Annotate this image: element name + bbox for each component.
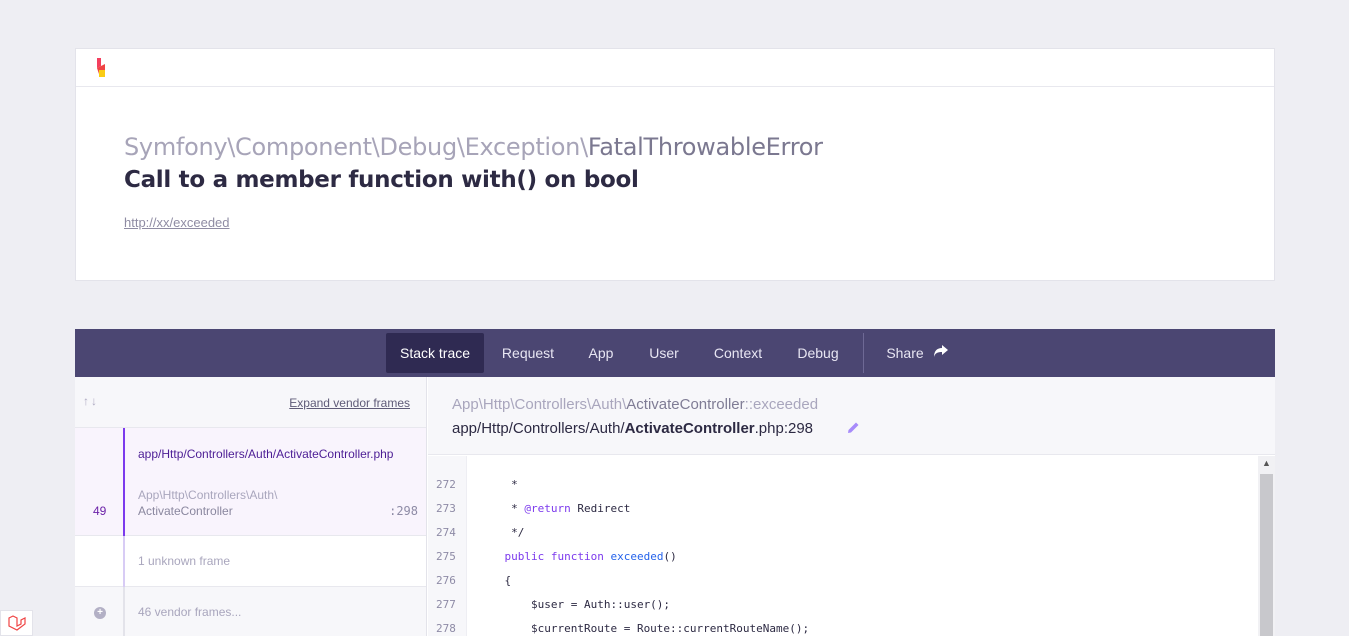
frame-class: App\Http\Controllers\Auth\ ActivateContro… — [138, 487, 368, 519]
frame-bar — [123, 536, 125, 587]
line-number[interactable]: 277 — [436, 598, 456, 611]
line-number[interactable]: 278 — [436, 622, 456, 635]
tab-context[interactable]: Context — [701, 333, 775, 373]
tab-share[interactable]: Share — [875, 333, 935, 373]
laravel-logo-icon — [8, 615, 26, 631]
share-arrow-icon[interactable] — [933, 344, 949, 358]
active-frame-indicator — [123, 428, 125, 536]
exception-header: Symfony\Component\Debug\Exception\FatalT… — [75, 48, 1275, 281]
code-header: App\Http\Controllers\Auth\ActivateContro… — [428, 377, 1275, 455]
frames-header: ↑↓ Expand vendor frames — [75, 377, 426, 428]
sort-arrows-icon[interactable]: ↑↓ — [83, 394, 99, 408]
tab-divider — [863, 333, 864, 373]
exception-namespace: Symfony\Component\Debug\Exception\ — [124, 133, 588, 161]
frame-class-name: ActivateController — [138, 504, 233, 518]
code-snippet: 272 273 274 275 276 277 278 * * @return … — [428, 456, 1275, 636]
code-line: * @return Redirect — [478, 502, 631, 515]
line-number[interactable]: 273 — [436, 502, 456, 515]
scroll-thumb[interactable] — [1260, 474, 1273, 636]
line-number-gutter: 272 273 274 275 276 277 278 — [428, 456, 467, 636]
line-number[interactable]: 276 — [436, 574, 456, 587]
code-viewer: App\Http\Controllers\Auth\ActivateContro… — [428, 377, 1275, 636]
tab-user[interactable]: User — [635, 333, 693, 373]
line-number[interactable]: 272 — [436, 478, 456, 491]
scroll-up-icon[interactable]: ▲ — [1262, 458, 1271, 468]
frame-item-unknown[interactable]: 1 unknown frame — [75, 536, 426, 587]
tabs-bar: Stack trace Request App User Context Deb… — [75, 329, 1275, 377]
exception-class: Symfony\Component\Debug\Exception\FatalT… — [124, 133, 823, 161]
frame-bar — [123, 587, 125, 636]
code-class-name: ActivateController — [626, 396, 745, 413]
line-number[interactable]: 274 — [436, 526, 456, 539]
logo-bar — [76, 49, 1274, 87]
exception-message: Call to a member function with() on bool — [124, 167, 639, 193]
code-line: $currentRoute = Route::currentRouteName(… — [478, 622, 810, 635]
tab-debug[interactable]: Debug — [783, 333, 853, 373]
code-line: $user = Auth::user(); — [478, 598, 671, 611]
tab-app[interactable]: App — [573, 333, 629, 373]
code-class-namespace: App\Http\Controllers\Auth\ — [452, 396, 627, 413]
code-file-name: ActivateController — [624, 420, 755, 437]
frame-item-vendor[interactable]: + 46 vendor frames... — [75, 587, 426, 636]
pencil-edit-icon[interactable] — [846, 421, 860, 435]
code-class-method: App\Http\Controllers\Auth\ActivateContro… — [452, 396, 818, 413]
vendor-frames-label: 46 vendor frames... — [138, 605, 242, 619]
laravel-badge[interactable] — [0, 610, 33, 636]
expand-plus-icon[interactable]: + — [94, 607, 106, 619]
code-scrollbar[interactable]: ▲ — [1258, 456, 1275, 636]
code-line: */ — [478, 526, 525, 539]
request-url-link[interactable]: http://xx/exceeded — [124, 215, 230, 230]
tab-stack-trace[interactable]: Stack trace — [386, 333, 484, 373]
code-file-dir: app/Http/Controllers/Auth/ — [452, 420, 625, 437]
code-line: public function exceeded() — [504, 550, 677, 563]
frame-line-number: :298 — [389, 504, 418, 518]
unknown-frame-label: 1 unknown frame — [138, 554, 231, 568]
expand-vendor-frames-link[interactable]: Expand vendor frames — [289, 396, 410, 410]
stack-trace-panel: ↑↓ Expand vendor frames 49 app/Http/Cont… — [75, 377, 1275, 636]
code-file-path: app/Http/Controllers/Auth/ActivateContro… — [452, 420, 813, 437]
code-file-ext-line: .php:298 — [754, 420, 814, 437]
frame-class-namespace: App\Http\Controllers\Auth\ — [138, 488, 278, 502]
line-number[interactable]: 275 — [436, 550, 456, 563]
frame-file-path: app/Http/Controllers/Auth/ActivateContro… — [138, 447, 394, 461]
code-line: { — [478, 574, 512, 587]
ignition-logo-icon — [97, 58, 105, 77]
code-line: * — [478, 478, 518, 491]
frames-list: ↑↓ Expand vendor frames 49 app/Http/Cont… — [75, 377, 427, 636]
tab-request[interactable]: Request — [489, 333, 567, 373]
frame-item-active[interactable]: 49 app/Http/Controllers/Auth/ActivateCon… — [75, 428, 426, 536]
code-method: ::exceeded — [744, 396, 819, 413]
frame-number: 49 — [93, 504, 107, 518]
exception-class-name: FatalThrowableError — [587, 133, 823, 161]
